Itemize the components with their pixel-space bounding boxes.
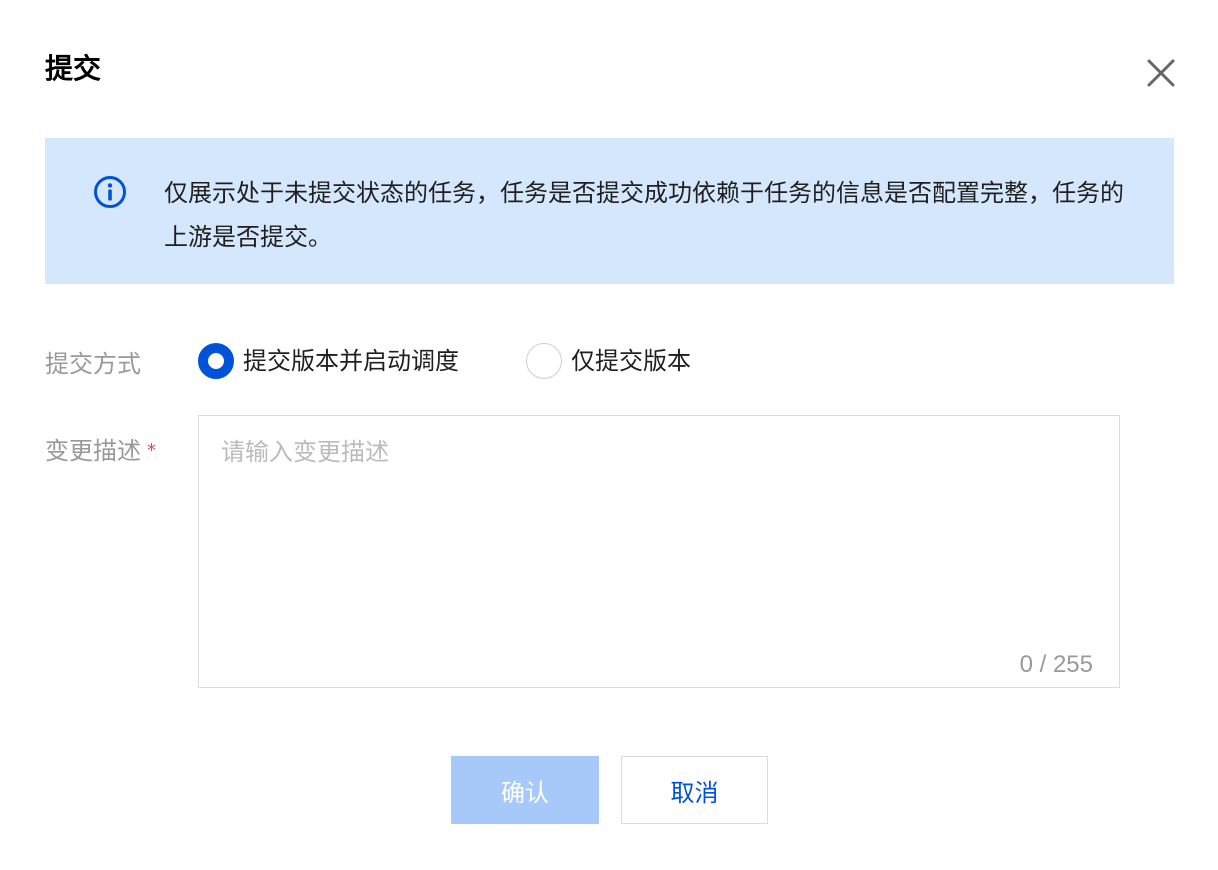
cancel-button[interactable]: 取消 bbox=[621, 756, 768, 824]
required-mark: * bbox=[147, 440, 156, 461]
info-notice: 仅展示处于未提交状态的任务，任务是否提交成功依赖于任务的信息是否配置完整，任务的… bbox=[45, 138, 1174, 284]
radio-label-submit-version-only: 仅提交版本 bbox=[571, 347, 691, 375]
dialog-title: 提交 bbox=[45, 52, 102, 85]
change-description-field: 0 / 255 bbox=[198, 415, 1120, 688]
info-circle-icon bbox=[93, 175, 127, 209]
change-description-label-text: 变更描述 bbox=[45, 437, 141, 465]
radio-label-submit-and-schedule: 提交版本并启动调度 bbox=[243, 347, 459, 375]
close-icon[interactable] bbox=[1144, 56, 1178, 90]
radio-unchecked-icon[interactable] bbox=[526, 343, 562, 379]
radio-submit-and-schedule[interactable]: 提交版本并启动调度 bbox=[198, 343, 459, 379]
change-description-label: 变更描述 * bbox=[45, 434, 156, 468]
notice-text: 仅展示处于未提交状态的任务，任务是否提交成功依赖于任务的信息是否配置完整，任务的… bbox=[164, 179, 1124, 251]
change-description-input[interactable] bbox=[199, 416, 1119, 687]
radio-submit-version-only[interactable]: 仅提交版本 bbox=[526, 343, 691, 379]
confirm-button[interactable]: 确认 bbox=[451, 756, 599, 824]
char-counter: 0 / 255 bbox=[1019, 651, 1093, 678]
radio-checked-icon[interactable] bbox=[198, 343, 234, 379]
submit-dialog: 提交 仅展示处于未提交状态的任务，任务是否提交成功依赖于任务的信息是否配置完整，… bbox=[0, 0, 1218, 870]
submit-method-label: 提交方式 bbox=[45, 350, 141, 378]
